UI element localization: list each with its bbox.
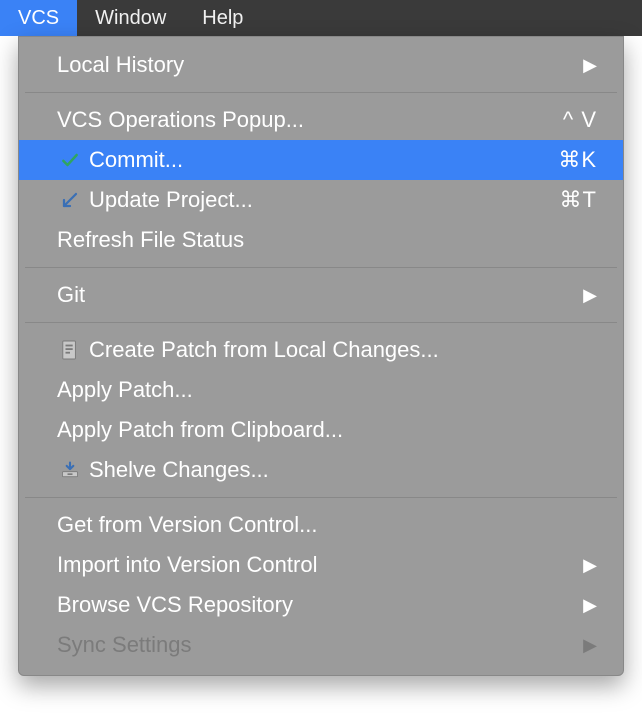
submenu-arrow-icon: ▶ — [583, 635, 597, 656]
menubar-item-window[interactable]: Window — [77, 0, 184, 36]
menu-item-get-from-version-control[interactable]: Get from Version Control... — [19, 505, 623, 545]
menu-item-label: Sync Settings — [57, 632, 571, 658]
submenu-arrow-icon: ▶ — [583, 55, 597, 76]
menu-item-label: Local History — [57, 52, 571, 78]
menu-item-label: Apply Patch from Clipboard... — [57, 417, 597, 443]
patch-file-icon — [57, 339, 83, 361]
menubar-label: VCS — [18, 7, 59, 30]
menu-item-label: Browse VCS Repository — [57, 592, 571, 618]
menubar: VCS Window Help — [0, 0, 642, 36]
menu-item-git[interactable]: Git ▶ — [19, 275, 623, 315]
menu-item-label: Create Patch from Local Changes... — [89, 337, 597, 363]
submenu-arrow-icon: ▶ — [583, 285, 597, 306]
menu-item-create-patch[interactable]: Create Patch from Local Changes... — [19, 330, 623, 370]
menu-item-label: Refresh File Status — [57, 227, 597, 253]
menu-item-import-into-version-control[interactable]: Import into Version Control ▶ — [19, 545, 623, 585]
menubar-item-vcs[interactable]: VCS — [0, 0, 77, 36]
menubar-label: Help — [202, 7, 243, 30]
menu-item-shortcut: ⌘T — [560, 187, 597, 213]
menu-item-apply-patch-clipboard[interactable]: Apply Patch from Clipboard... — [19, 410, 623, 450]
menu-item-shortcut: ⌘K — [558, 147, 597, 173]
menu-separator — [25, 497, 617, 498]
menu-separator — [25, 267, 617, 268]
menu-item-label: Shelve Changes... — [89, 457, 597, 483]
menu-item-vcs-operations-popup[interactable]: VCS Operations Popup... ^ V — [19, 100, 623, 140]
menu-item-label: Import into Version Control — [57, 552, 571, 578]
update-arrow-icon — [57, 191, 83, 209]
shelve-icon — [57, 460, 83, 480]
menu-item-commit[interactable]: Commit... ⌘K — [19, 140, 623, 180]
menu-item-shortcut: ^ V — [563, 107, 597, 133]
menu-separator — [25, 92, 617, 93]
menu-item-shelve-changes[interactable]: Shelve Changes... — [19, 450, 623, 490]
menu-separator — [25, 322, 617, 323]
menu-item-label: Git — [57, 282, 571, 308]
checkmark-icon — [57, 150, 83, 170]
menu-item-local-history[interactable]: Local History ▶ — [19, 45, 623, 85]
menu-item-label: Update Project... — [89, 187, 560, 213]
menu-item-sync-settings: Sync Settings ▶ — [19, 625, 623, 665]
submenu-arrow-icon: ▶ — [583, 555, 597, 576]
menu-item-update-project[interactable]: Update Project... ⌘T — [19, 180, 623, 220]
submenu-arrow-icon: ▶ — [583, 595, 597, 616]
menubar-label: Window — [95, 7, 166, 30]
menubar-item-help[interactable]: Help — [184, 0, 261, 36]
vcs-dropdown-menu: Local History ▶ VCS Operations Popup... … — [18, 36, 624, 676]
menu-item-label: Apply Patch... — [57, 377, 597, 403]
menu-item-browse-vcs-repository[interactable]: Browse VCS Repository ▶ — [19, 585, 623, 625]
menu-item-label: Commit... — [89, 147, 558, 173]
menu-item-apply-patch[interactable]: Apply Patch... — [19, 370, 623, 410]
menu-item-refresh-file-status[interactable]: Refresh File Status — [19, 220, 623, 260]
menu-item-label: VCS Operations Popup... — [57, 107, 563, 133]
menu-item-label: Get from Version Control... — [57, 512, 597, 538]
